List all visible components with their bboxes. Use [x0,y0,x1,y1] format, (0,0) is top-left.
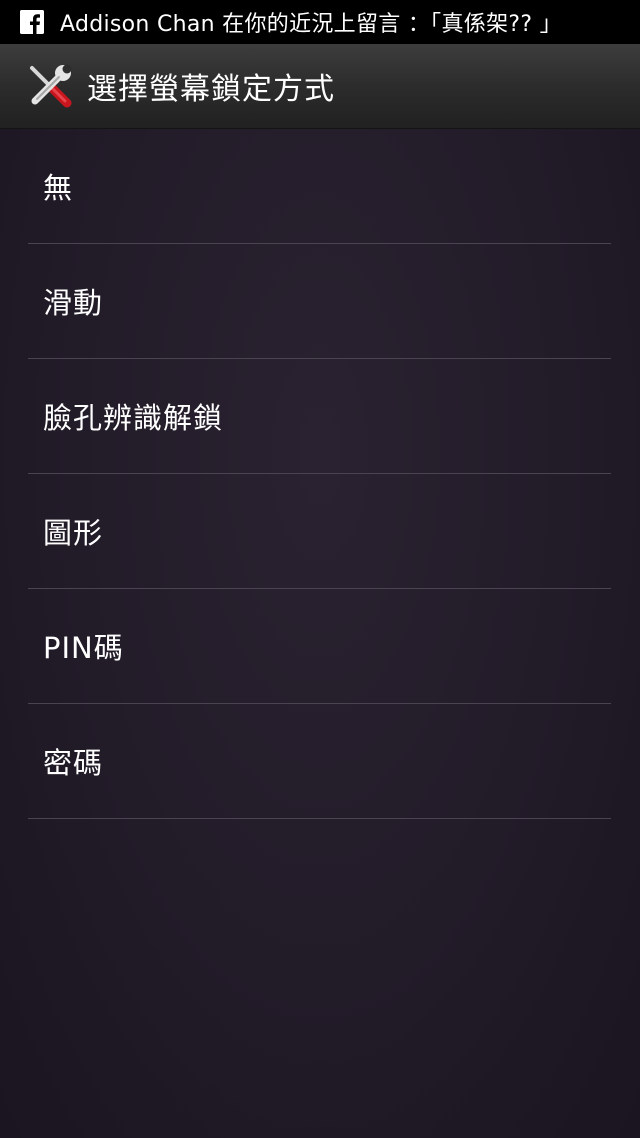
option-face-unlock[interactable]: 臉孔辨識解鎖 [28,359,611,474]
option-none[interactable]: 無 [28,129,611,244]
option-pin[interactable]: PIN碼 [28,589,611,704]
screen: Addison Chan 在你的近況上留言 ：「真係架?? 」 選擇螢幕鎖定方式… [0,0,640,1138]
title-bar: 選擇螢幕鎖定方式 [0,44,640,129]
option-label: 滑動 [43,286,104,320]
page-title: 選擇螢幕鎖定方式 [87,72,335,107]
option-label: 臉孔辨識解鎖 [43,401,224,435]
option-label: PIN碼 [43,631,124,665]
option-password[interactable]: 密碼 [28,704,611,819]
option-pattern[interactable]: 圖形 [28,474,611,589]
lock-options-list: 無 滑動 臉孔辨識解鎖 圖形 PIN碼 密碼 [28,129,611,819]
option-slide[interactable]: 滑動 [28,244,611,359]
option-label: 無 [43,171,74,205]
option-label: 圖形 [43,516,104,550]
wrench-screwdriver-icon [27,63,73,109]
facebook-icon [20,10,44,34]
option-label: 密碼 [43,746,104,780]
notification-text: Addison Chan 在你的近況上留言 ：「真係架?? 」 [60,12,562,37]
status-bar[interactable]: Addison Chan 在你的近況上留言 ：「真係架?? 」 [0,0,640,44]
